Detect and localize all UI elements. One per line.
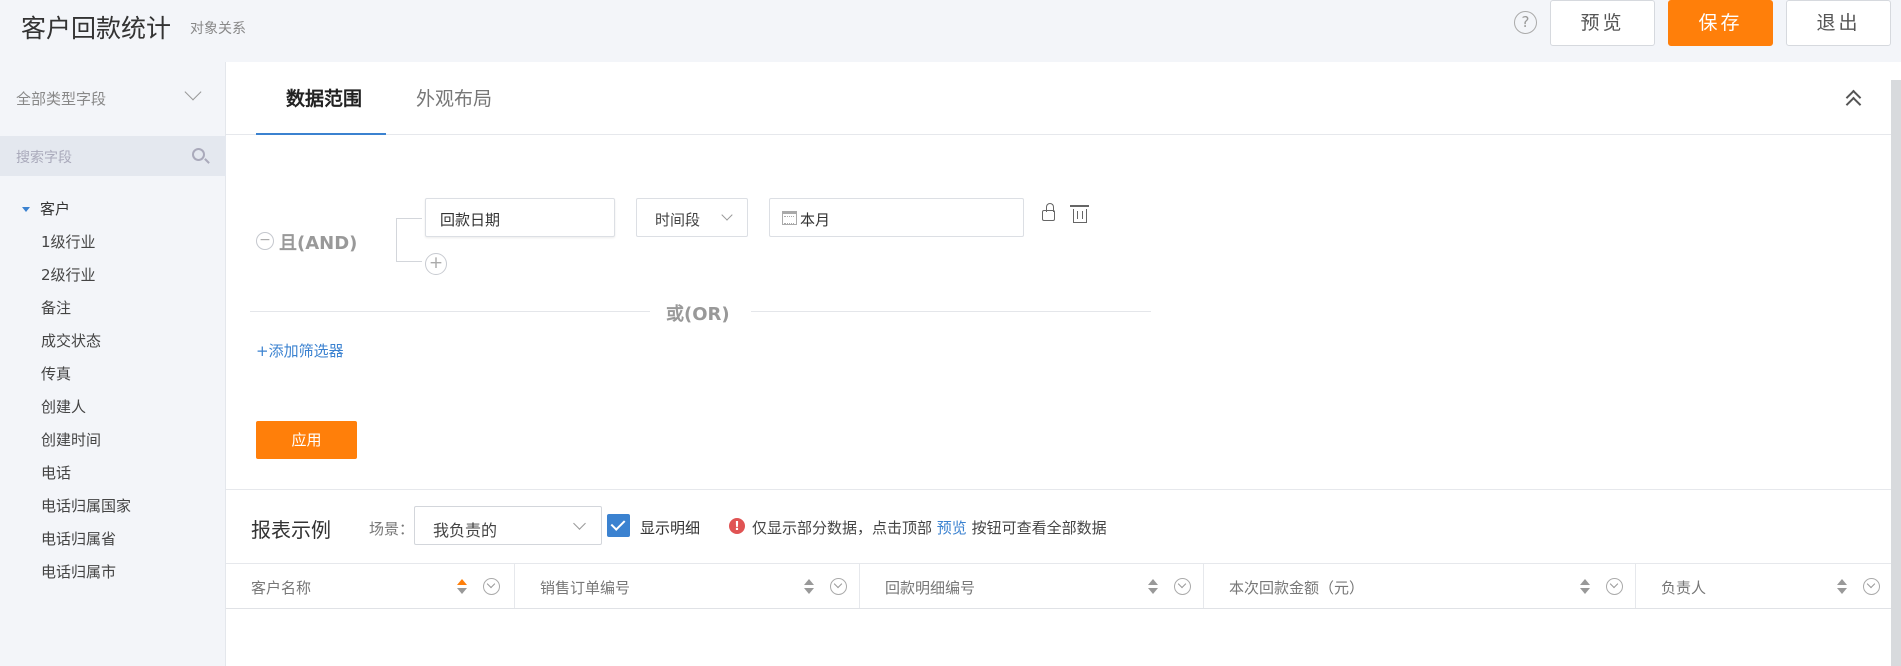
column-menu-icon[interactable] bbox=[483, 578, 500, 595]
column-label: 回款明细编号 bbox=[885, 579, 976, 597]
divider bbox=[751, 311, 1151, 312]
sort-icon[interactable] bbox=[1580, 579, 1590, 595]
delete-icon[interactable] bbox=[1070, 205, 1089, 223]
help-icon[interactable]: ? bbox=[1514, 11, 1537, 34]
filter-value-label: 本月 bbox=[800, 211, 831, 229]
column-header[interactable]: 销售订单编号 bbox=[515, 564, 860, 608]
show-detail-label[interactable]: 显示明细 bbox=[640, 517, 700, 538]
exit-button[interactable]: 退出 bbox=[1786, 0, 1891, 46]
sidebar-item[interactable]: 电话归属国家 bbox=[41, 495, 131, 516]
scrollbar[interactable] bbox=[1891, 80, 1901, 666]
sort-icon[interactable] bbox=[804, 579, 814, 595]
column-label: 销售订单编号 bbox=[540, 579, 631, 597]
column-menu-icon[interactable] bbox=[830, 578, 847, 595]
notice-preview-link[interactable]: 预览 bbox=[937, 519, 967, 537]
top-bar: 客户回款统计 对象关系 ? 预览 保存 退出 bbox=[0, 0, 1901, 62]
divider bbox=[250, 311, 650, 312]
column-header[interactable]: 负责人 bbox=[1636, 564, 1891, 608]
remove-group-icon[interactable]: − bbox=[256, 232, 274, 250]
chevron-down-icon[interactable] bbox=[184, 83, 202, 101]
sidebar-item[interactable]: 传真 bbox=[41, 363, 71, 384]
column-header[interactable]: 客户名称 bbox=[226, 564, 515, 608]
sidebar-item[interactable]: 备注 bbox=[41, 297, 71, 318]
tab-appearance-layout[interactable]: 外观布局 bbox=[416, 84, 492, 111]
field-sidebar: 全部类型字段 搜索字段 客户 1级行业 2级行业 备注 成交状态 传真 创建人 … bbox=[0, 62, 226, 666]
sidebar-item[interactable]: 创建人 bbox=[41, 396, 86, 417]
filter-operator-select[interactable]: 时间段 bbox=[636, 198, 748, 237]
column-label: 客户名称 bbox=[251, 579, 312, 597]
tab-bar: 数据范围 外观布局 bbox=[226, 62, 1891, 135]
field-type-select[interactable]: 全部类型字段 bbox=[16, 88, 106, 109]
search-box[interactable]: 搜索字段 bbox=[0, 136, 226, 176]
add-condition-icon[interactable]: + bbox=[425, 253, 447, 275]
calendar-icon bbox=[782, 211, 797, 225]
chevron-down-icon bbox=[573, 517, 586, 530]
tree-node-label: 客户 bbox=[40, 200, 71, 218]
or-divider-label: 或(OR) bbox=[666, 304, 730, 325]
column-menu-icon[interactable] bbox=[1606, 578, 1623, 595]
main-panel: 数据范围 外观布局 − 且(AND) 回款日期 时间段 本月 + 或(OR) +… bbox=[226, 62, 1901, 666]
column-header[interactable]: 回款明细编号 bbox=[860, 564, 1204, 608]
filter-field-select[interactable]: 回款日期 bbox=[425, 198, 615, 237]
sort-icon[interactable] bbox=[457, 579, 467, 595]
sidebar-item[interactable]: 电话归属市 bbox=[41, 561, 116, 582]
search-input[interactable]: 搜索字段 bbox=[16, 147, 72, 167]
operator-label: 时间段 bbox=[655, 211, 701, 229]
search-icon[interactable] bbox=[192, 148, 205, 161]
add-filter-link[interactable]: +添加筛选器 bbox=[256, 340, 344, 361]
column-menu-icon[interactable] bbox=[1863, 578, 1880, 595]
notice-text: 仅显示部分数据，点击顶部 bbox=[752, 519, 933, 537]
apply-button[interactable]: 应用 bbox=[256, 421, 357, 459]
scene-label: 场景： bbox=[369, 520, 415, 538]
sort-icon[interactable] bbox=[1148, 579, 1158, 595]
save-button[interactable]: 保存 bbox=[1668, 0, 1773, 46]
filter-value-date[interactable]: 本月 bbox=[769, 198, 1024, 237]
tab-active-indicator bbox=[256, 133, 386, 135]
partial-data-notice: 仅显示部分数据，点击顶部 预览 按钮可查看全部数据 bbox=[752, 517, 1107, 538]
tab-data-range[interactable]: 数据范围 bbox=[286, 84, 362, 111]
group-bracket bbox=[396, 218, 422, 262]
table-header: 客户名称 销售订单编号 回款明细编号 本次回款金额（元） 负责人 bbox=[226, 563, 1891, 609]
preview-button[interactable]: 预览 bbox=[1550, 0, 1655, 46]
scene-value: 我负责的 bbox=[433, 521, 498, 540]
sidebar-item[interactable]: 成交状态 bbox=[41, 330, 101, 351]
page-subtitle: 对象关系 bbox=[190, 21, 246, 37]
column-label: 负责人 bbox=[1661, 579, 1707, 597]
warning-icon: ! bbox=[729, 518, 745, 534]
sidebar-item[interactable]: 创建时间 bbox=[41, 429, 101, 450]
show-detail-checkbox[interactable] bbox=[607, 514, 630, 537]
caret-down-icon[interactable] bbox=[22, 207, 30, 212]
column-header[interactable]: 本次回款金额（元） bbox=[1204, 564, 1636, 608]
column-menu-icon[interactable] bbox=[1174, 578, 1191, 595]
sidebar-item[interactable]: 电话归属省 bbox=[41, 528, 116, 549]
lock-icon[interactable] bbox=[1042, 203, 1055, 221]
collapse-up-icon[interactable] bbox=[1845, 88, 1862, 113]
sort-icon[interactable] bbox=[1837, 579, 1847, 595]
scene-select[interactable]: 我负责的 bbox=[414, 506, 602, 545]
section-divider bbox=[226, 489, 1891, 490]
chevron-down-icon bbox=[721, 209, 733, 221]
tree-node-customer[interactable]: 客户 bbox=[22, 198, 70, 219]
page-title: 客户回款统计 bbox=[21, 14, 172, 43]
column-label: 本次回款金额（元） bbox=[1229, 579, 1365, 597]
sidebar-item[interactable]: 2级行业 bbox=[41, 264, 96, 285]
sidebar-item[interactable]: 电话 bbox=[41, 462, 71, 483]
notice-text: 按钮可查看全部数据 bbox=[971, 519, 1107, 537]
report-title: 报表示例 bbox=[251, 518, 331, 542]
sidebar-item[interactable]: 1级行业 bbox=[41, 231, 96, 252]
and-group-label: 且(AND) bbox=[279, 233, 358, 254]
